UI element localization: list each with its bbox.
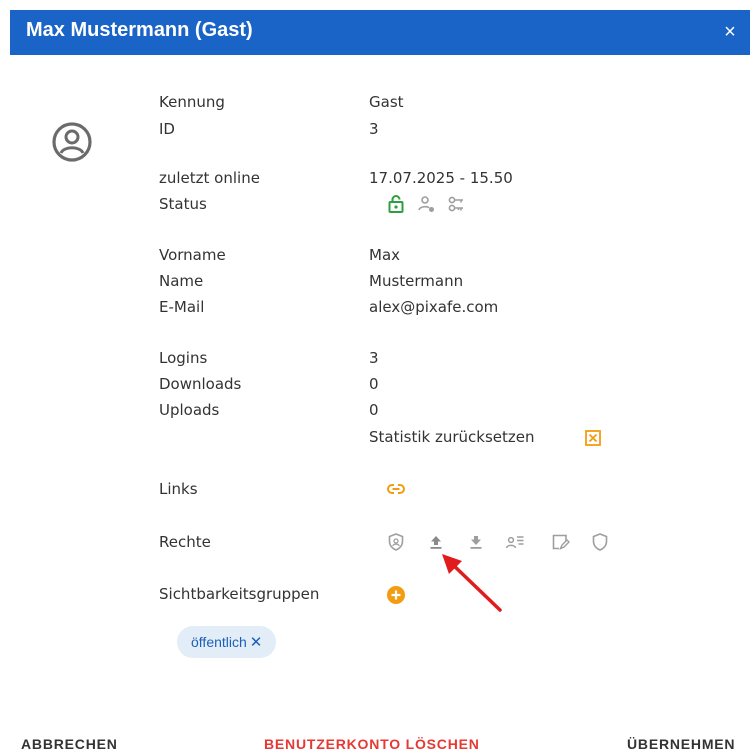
apply-button[interactable]: ÜBERNEHMEN xyxy=(627,736,735,752)
group-chip-label: öffentlich xyxy=(191,634,247,650)
shield-outline-icon[interactable] xyxy=(590,532,610,552)
vorname-label: Vorname xyxy=(159,246,226,264)
email-value: alex@pixafe.com xyxy=(369,298,499,316)
annotation-arrow-icon xyxy=(442,554,502,612)
user-list-icon[interactable] xyxy=(505,532,525,552)
status-label: Status xyxy=(159,195,207,213)
id-value: 3 xyxy=(369,120,379,138)
name-label: Name xyxy=(159,272,204,290)
remove-chip-icon[interactable]: ✕ xyxy=(250,634,263,651)
vorname-value: Max xyxy=(369,246,401,264)
key-icon[interactable] xyxy=(446,194,466,214)
sichtbarkeitsgruppen-label: Sichtbarkeitsgruppen xyxy=(159,585,320,603)
zuletzt-online-label: zuletzt online xyxy=(159,169,260,187)
group-chip[interactable]: öffentlich ✕ xyxy=(177,626,277,658)
email-label: E-Mail xyxy=(159,298,205,316)
edit-note-icon[interactable] xyxy=(550,532,570,552)
name-value: Mustermann xyxy=(369,272,464,290)
zuletzt-online-value: 17.07.2025 - 15.50 xyxy=(369,169,513,187)
shield-admin-icon[interactable] xyxy=(386,532,406,552)
id-label: ID xyxy=(159,120,175,138)
rechte-label: Rechte xyxy=(159,533,211,551)
dialog-title: Max Mustermann (Gast) xyxy=(26,19,253,41)
person-icon[interactable] xyxy=(416,194,436,214)
uploads-label: Uploads xyxy=(159,401,220,419)
downloads-value: 0 xyxy=(369,375,379,393)
lock-open-icon[interactable] xyxy=(386,194,406,214)
add-group-icon[interactable] xyxy=(386,585,406,605)
dialog-header: Max Mustermann (Gast) × xyxy=(10,10,750,55)
uploads-value: 0 xyxy=(369,401,379,419)
links-label: Links xyxy=(159,480,198,498)
user-avatar-icon xyxy=(52,122,92,162)
downloads-label: Downloads xyxy=(159,375,242,393)
delete-account-button[interactable]: BENUTZERKONTO LÖSCHEN xyxy=(264,736,480,752)
logins-value: 3 xyxy=(369,349,379,367)
reset-stats-icon[interactable] xyxy=(583,428,603,448)
cancel-button[interactable]: ABBRECHEN xyxy=(21,736,118,752)
kennung-label: Kennung xyxy=(159,93,225,111)
reset-stats-label: Statistik zurücksetzen xyxy=(369,428,535,446)
logins-label: Logins xyxy=(159,349,208,367)
close-icon[interactable]: × xyxy=(718,20,742,44)
kennung-value: Gast xyxy=(369,93,404,111)
link-icon[interactable] xyxy=(386,479,406,499)
